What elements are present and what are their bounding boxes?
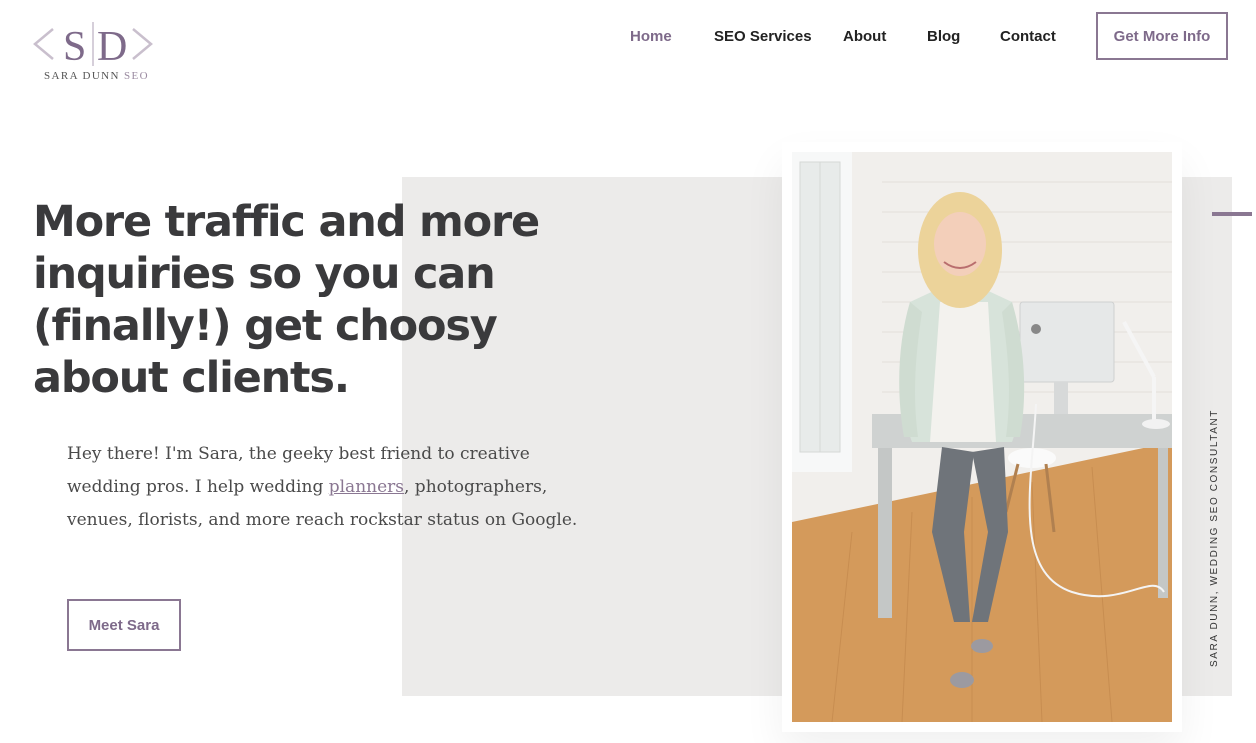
logo-mark-icon: S D <box>33 22 153 66</box>
planners-link[interactable]: planners <box>329 477 404 497</box>
photo-caption: SARA DUNN, WEDDING SEO CONSULTANT <box>1209 408 1220 667</box>
logo-wordmark: SARA DUNN SEO <box>44 70 149 82</box>
nav-contact[interactable]: Contact <box>1000 28 1056 45</box>
sara-photo <box>792 152 1172 722</box>
svg-text:D: D <box>97 24 127 66</box>
nav-seo-services[interactable]: SEO Services <box>714 28 812 45</box>
accent-line <box>1212 212 1252 216</box>
get-more-info-button[interactable]: Get More Info <box>1096 12 1228 60</box>
logo-name: SARA DUNN <box>44 70 120 82</box>
nav-home[interactable]: Home <box>630 28 672 45</box>
logo-suffix: SEO <box>124 70 150 82</box>
site-logo[interactable]: S D SARA DUNN SEO <box>33 22 173 88</box>
svg-text:S: S <box>63 24 86 66</box>
hero-intro: Hey there! I'm Sara, the geeky best frie… <box>67 438 587 537</box>
photo-frame <box>782 142 1182 732</box>
sara-photo-illustration <box>792 152 1172 722</box>
nav-about[interactable]: About <box>843 28 886 45</box>
nav-blog[interactable]: Blog <box>927 28 960 45</box>
hero-headline: More traffic and more inquiries so you c… <box>33 197 540 403</box>
meet-sara-button[interactable]: Meet Sara <box>67 599 181 651</box>
